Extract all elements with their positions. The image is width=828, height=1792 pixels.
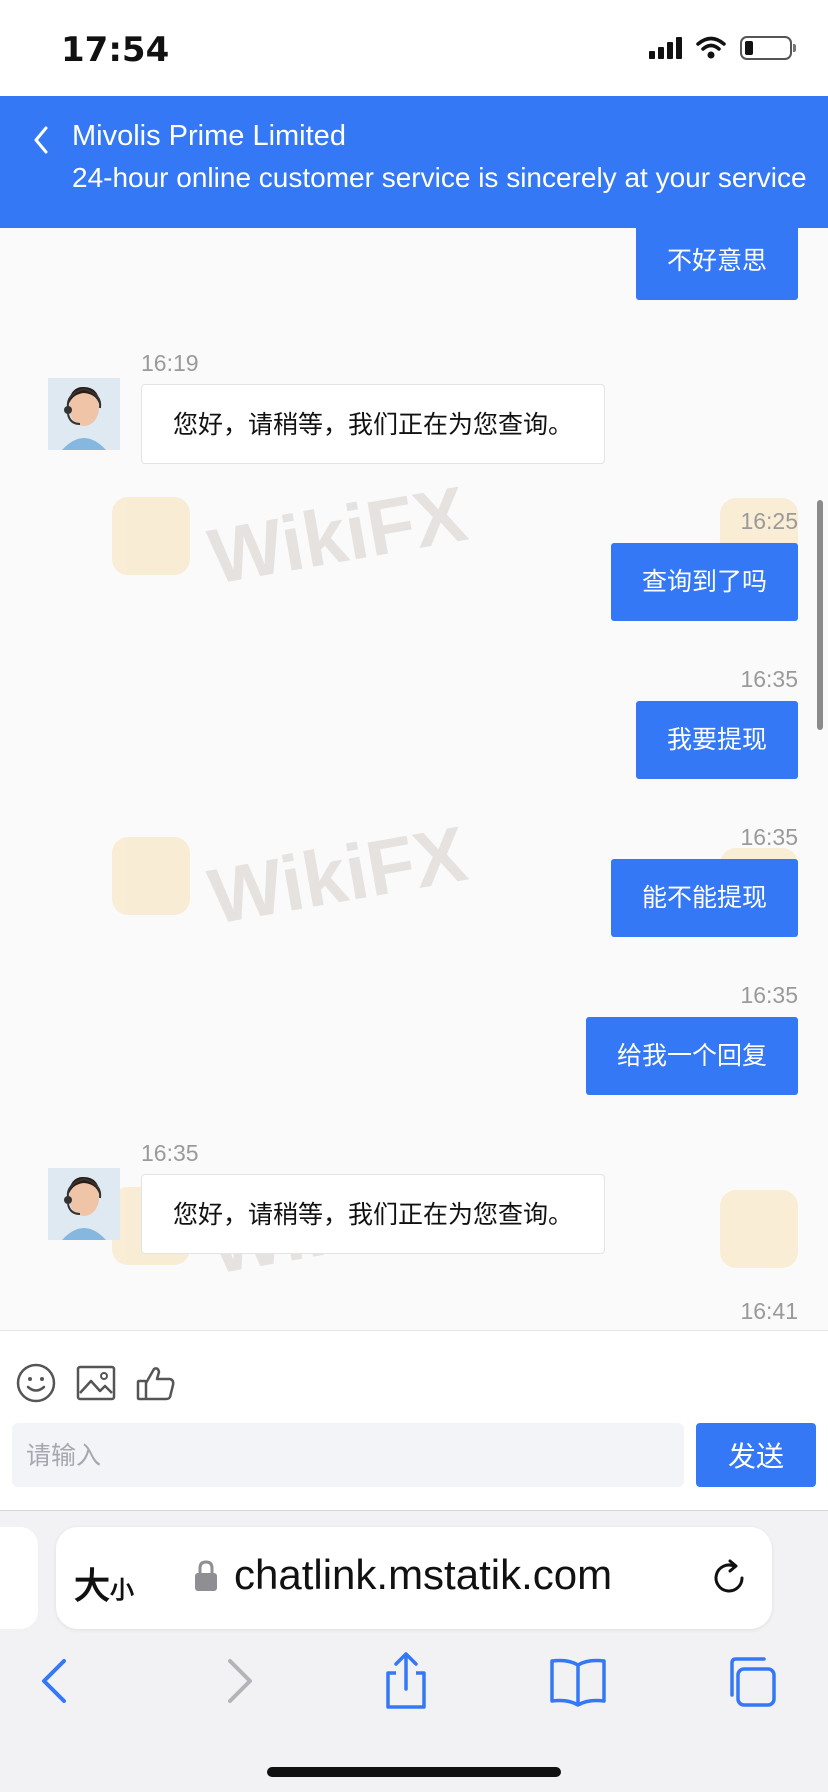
text-size-large: 大: [74, 1566, 111, 1607]
message-input[interactable]: [12, 1423, 684, 1487]
message-timestamp: 16:35: [740, 982, 798, 1008]
outgoing-message-bubble[interactable]: 不好意思: [635, 228, 798, 300]
home-indicator: [267, 1767, 561, 1777]
agent-avatar: [48, 378, 120, 450]
message-composer: 发送: [0, 1330, 828, 1510]
chat-header: Mivolis Prime Limited 24-hour online cus…: [0, 96, 828, 228]
watermark-text: WikiFX: [202, 809, 473, 941]
incoming-message-bubble[interactable]: 您好，请稍等，我们正在为您查询。: [141, 1174, 606, 1254]
message-timestamp: 16:25: [740, 508, 798, 534]
agent-avatar: [48, 1168, 120, 1240]
image-icon[interactable]: [74, 1361, 118, 1405]
reload-icon[interactable]: [708, 1557, 750, 1599]
address-bar[interactable]: 大小 chatlink.mstatik.com: [56, 1527, 772, 1629]
tabs-icon[interactable]: [722, 1651, 782, 1711]
smiley-icon[interactable]: [14, 1361, 58, 1405]
lock-icon: [195, 1560, 217, 1591]
outgoing-message-bubble[interactable]: 能不能提现: [610, 859, 798, 937]
share-icon[interactable]: [376, 1651, 436, 1711]
watermark-logo: [112, 836, 190, 915]
send-button[interactable]: 发送: [696, 1423, 816, 1487]
chat-subtitle: 24-hour online customer service is since…: [72, 162, 807, 193]
browser-toolbar: 大小 chatlink.mstatik.com: [0, 1510, 828, 1792]
text-size-button[interactable]: 大小: [74, 1557, 134, 1609]
text-size-small: 小: [110, 1576, 135, 1604]
back-icon[interactable]: [28, 1651, 88, 1711]
outgoing-message-bubble[interactable]: 查询到了吗: [610, 543, 798, 621]
watermark-logo: [720, 1190, 798, 1268]
chat-scrollbar[interactable]: [817, 500, 823, 730]
thumbs-up-icon[interactable]: [134, 1361, 178, 1405]
previous-tab-preview[interactable]: [0, 1527, 38, 1629]
message-timestamp: 16:35: [141, 1140, 199, 1166]
chat-messages[interactable]: WikiFX WikiFX WikiFX 不好意思 16:19 您好，请稍等，我…: [0, 228, 828, 1330]
watermark-text: WikiFX: [202, 469, 473, 601]
status-bar: 17:54: [0, 0, 828, 96]
chat-title: Mivolis Prime Limited: [72, 120, 346, 152]
clock: 17:54: [61, 30, 170, 70]
status-icons: [649, 36, 796, 60]
url-text: chatlink.mstatik.com: [234, 1551, 613, 1598]
watermark-logo: [112, 496, 190, 575]
message-timestamp: 16:19: [141, 350, 199, 376]
incoming-message-bubble[interactable]: 您好，请稍等，我们正在为您查询。: [141, 384, 606, 464]
watermark: [720, 1190, 798, 1268]
message-timestamp: 16:35: [740, 824, 798, 850]
bookmarks-icon[interactable]: [548, 1651, 608, 1711]
message-timestamp: 16:35: [740, 666, 798, 692]
back-chevron-icon[interactable]: [26, 120, 56, 160]
battery-icon: [740, 36, 796, 60]
cellular-signal-icon: [649, 37, 682, 59]
message-timestamp: 16:41: [740, 1298, 798, 1324]
wifi-icon: [696, 36, 726, 59]
outgoing-message-bubble[interactable]: 我要提现: [635, 701, 798, 779]
watermark: WikiFX: [112, 809, 473, 941]
forward-icon[interactable]: [206, 1651, 266, 1711]
watermark: WikiFX: [112, 469, 473, 601]
outgoing-message-bubble[interactable]: 给我一个回复: [585, 1017, 798, 1095]
